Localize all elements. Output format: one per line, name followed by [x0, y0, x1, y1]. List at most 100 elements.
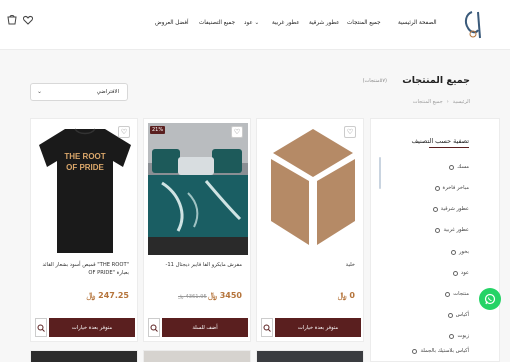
filter-option-label: عطور غربية	[443, 227, 469, 233]
options-button[interactable]: متوفر بعدة خيارات	[275, 318, 361, 337]
filter-option[interactable]: زيوت	[449, 333, 469, 339]
currency-icon: ﷼	[208, 291, 217, 300]
wishlist-heart-icon[interactable]: ♡	[344, 126, 356, 138]
quick-view-icon	[263, 324, 271, 332]
wishlist-heart-icon[interactable]: ♡	[231, 126, 243, 138]
product-card[interactable]: ♡ خلية 0 ﷼ متوفر بعدة خيارات	[256, 118, 364, 342]
price-value: 0	[349, 291, 355, 300]
old-price-value: 4361.95	[185, 294, 207, 300]
site-header: الصفحة الرئيسية جميع المنتجات عطور شرقية…	[0, 0, 510, 50]
product-price: 0 ﷼	[338, 291, 355, 301]
product-image[interactable]: THE ROOT OF PRIDE	[35, 123, 135, 255]
breadcrumb-current: جميع المنتجات	[412, 99, 443, 105]
quick-view-button[interactable]	[35, 318, 47, 337]
filter-option[interactable]: مسك	[449, 164, 469, 170]
product-name[interactable]: خلية	[263, 261, 355, 269]
filter-title: تصفية حسب التصنيف	[411, 137, 469, 145]
product-card[interactable]: 21% ♡ مفرش مايكرو الفا فايبر ديجتال 11- …	[143, 118, 251, 342]
filter-option-label: أكياس	[455, 312, 469, 318]
nav-all-categories[interactable]: جميع التصنيفات	[199, 20, 235, 26]
tshirt-print-line2: OF PRIDE	[66, 163, 104, 172]
nav-best-offers[interactable]: أفضل العروض	[155, 20, 189, 26]
whatsapp-button[interactable]	[479, 288, 501, 310]
product-price: 3450 ﷼	[208, 291, 242, 301]
currency-icon: ﷼	[86, 291, 96, 300]
filter-option-label: أكياس بلاستيك بالجملة	[420, 348, 469, 354]
wishlist-heart-icon[interactable]: ♡	[118, 126, 130, 138]
brand-logo[interactable]	[458, 8, 488, 42]
quick-view-button[interactable]	[261, 318, 273, 337]
nav-oud[interactable]: ⌄ عود	[244, 20, 259, 26]
filter-option-label: زيوت	[457, 333, 469, 339]
product-card-partial[interactable]	[256, 350, 364, 362]
product-price: 247.25 ﷼	[86, 291, 129, 301]
radio-icon[interactable]	[447, 312, 453, 318]
cart-icon[interactable]	[6, 14, 18, 26]
radio-icon[interactable]	[432, 206, 438, 212]
category-filter-panel: تصفية حسب التصنيف مسك مباخر فاخرة عطور ش…	[370, 118, 500, 362]
product-card-partial[interactable]	[143, 350, 251, 362]
nav-oriental-perfumes[interactable]: عطور شرقية	[309, 20, 339, 26]
breadcrumb-separator-icon: ‹	[446, 99, 449, 105]
product-image[interactable]	[261, 123, 361, 255]
quick-view-icon	[37, 324, 45, 332]
nav-western-perfumes[interactable]: عطور غربية	[272, 20, 300, 26]
filter-option-label: مسك	[457, 164, 469, 170]
filter-option[interactable]: عطور غربية	[435, 227, 469, 233]
filter-option[interactable]: منتجات	[445, 291, 469, 297]
nav-all-products[interactable]: جميع المنتجات	[347, 20, 381, 26]
chevron-down-icon: ⌄	[37, 88, 43, 95]
radio-icon[interactable]	[434, 185, 440, 191]
filter-option-label: بخور	[459, 249, 469, 255]
nav-oud-label: عود	[244, 20, 253, 26]
currency-icon: ﷼	[337, 291, 347, 300]
radio-icon[interactable]	[449, 164, 455, 170]
heart-icon[interactable]	[22, 14, 34, 26]
tshirt-print-line1: THE ROOT	[64, 152, 105, 161]
radio-icon[interactable]	[451, 249, 457, 255]
page-title: جميع المنتجات	[402, 75, 470, 86]
product-name[interactable]: مفرش مايكرو الفا فايبر ديجتال 11-	[150, 261, 242, 269]
product-name[interactable]: "THE ROOT" قميص أسود بشعار القائد بعبارة…	[37, 261, 129, 277]
filter-option[interactable]: عطور شرقية	[432, 206, 469, 212]
filter-option[interactable]: أكياس	[447, 312, 469, 318]
product-image[interactable]	[148, 123, 248, 255]
add-to-cart-button[interactable]: أضف للسلة	[162, 318, 248, 337]
sort-selected-value: الافتراضي	[96, 89, 119, 95]
black-tshirt-image: THE ROOT OF PRIDE	[35, 123, 135, 255]
sort-select[interactable]: الافتراضي ⌄	[30, 83, 128, 101]
currency-icon: ﷼	[178, 294, 184, 300]
whatsapp-icon	[484, 293, 496, 305]
chevron-down-icon: ⌄	[252, 20, 260, 26]
discount-badge: 21%	[150, 126, 166, 134]
filter-option-label: مباخر فاخرة	[442, 185, 470, 191]
radio-icon[interactable]	[452, 270, 458, 276]
radio-icon[interactable]	[449, 333, 455, 339]
price-value: 247.25	[98, 291, 129, 300]
quick-view-icon	[150, 324, 158, 332]
filter-option-label: منتجات	[453, 291, 469, 297]
options-button[interactable]: متوفر بعدة خيارات	[49, 318, 135, 337]
quick-view-button[interactable]	[148, 318, 160, 337]
filter-option-label: عطور شرقية	[440, 206, 469, 212]
filter-title-underline	[429, 147, 469, 148]
placeholder-box-icon	[261, 123, 361, 255]
filter-option[interactable]: بخور	[451, 249, 469, 255]
radio-icon[interactable]	[412, 348, 418, 354]
filter-scrollbar[interactable]	[379, 157, 381, 189]
filter-option[interactable]: أكياس بلاستيك بالجملة	[412, 348, 469, 354]
filter-option-label: عود	[460, 270, 469, 276]
bedding-image	[148, 123, 248, 255]
breadcrumb-home[interactable]: الرئيسية	[453, 99, 470, 105]
radio-icon[interactable]	[435, 227, 441, 233]
filter-option[interactable]: عود	[452, 270, 469, 276]
product-card[interactable]: THE ROOT OF PRIDE ♡ "THE ROOT" قميص أسود…	[30, 118, 138, 342]
product-count: (٥٧منتجات)	[362, 78, 387, 84]
radio-icon[interactable]	[445, 291, 451, 297]
breadcrumb: الرئيسية ‹ جميع المنتجات	[413, 99, 470, 105]
product-old-price: 4361.95 ﷼	[178, 294, 207, 301]
nav-home[interactable]: الصفحة الرئيسية	[398, 20, 437, 26]
price-value: 3450	[219, 291, 242, 300]
filter-option[interactable]: مباخر فاخرة	[434, 185, 470, 191]
product-card-partial[interactable]	[30, 350, 138, 362]
